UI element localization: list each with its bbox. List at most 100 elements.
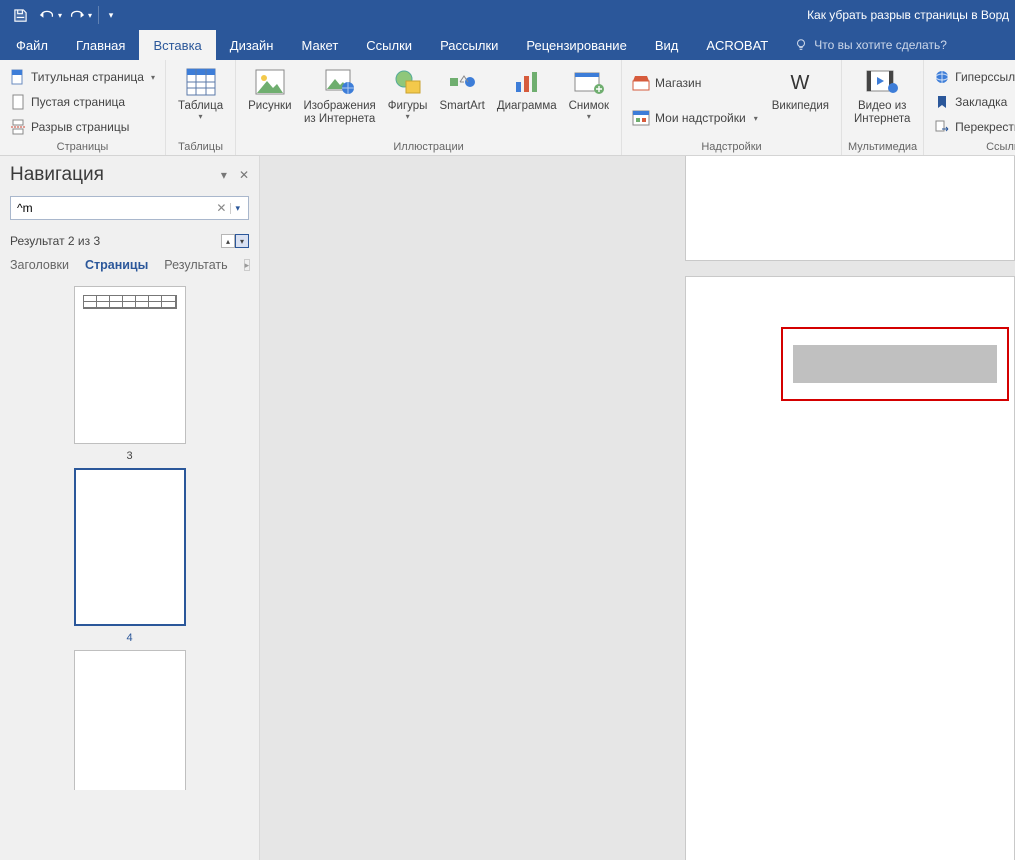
tab-insert[interactable]: Вставка [139,30,215,60]
crossref-icon [934,119,950,135]
group-links: Гиперссылка Закладка Перекрестная ссылка… [924,60,1015,155]
wikipedia-icon: W [784,66,816,98]
group-addins-label: Надстройки [628,141,835,155]
page-thumbnail[interactable] [74,468,186,626]
screenshot-icon [573,66,605,98]
pictures-label: Рисунки [248,100,291,113]
group-pages: Титульная страница▾ Пустая страница Разр… [0,60,166,155]
table-button[interactable]: Таблица ▾ [172,62,229,121]
thumbnail-mini-table [83,295,177,309]
tab-review[interactable]: Рецензирование [512,30,640,60]
online-video-button[interactable]: Видео из Интернета [848,62,916,126]
page-thumbnail[interactable] [74,286,186,444]
navigation-title-row: Навигация ▾ ✕ [10,164,249,186]
store-button[interactable]: Магазин [628,72,762,94]
cover-page-button[interactable]: Титульная страница▾ [6,66,159,88]
qat-customize-button[interactable]: ▾ [103,1,119,29]
online-pictures-button[interactable]: Изображения из Интернета [298,62,382,126]
page-thumbnail-number: 3 [126,450,132,462]
lightbulb-icon [794,38,808,52]
screenshot-button[interactable]: Снимок ▾ [563,62,615,121]
shapes-icon [392,66,424,98]
nav-search-dropdown-icon[interactable]: ▾ [230,203,244,214]
video-icon [866,66,898,98]
tab-references[interactable]: Ссылки [352,30,426,60]
chart-label: Диаграмма [497,100,557,113]
group-links-label: Ссылки [930,141,1015,155]
chart-button[interactable]: Диаграмма [491,62,563,113]
cover-page-label: Титульная страница [31,70,144,84]
quick-access-toolbar: ▾ ▾ ▾ [0,1,119,29]
navigation-title: Навигация [10,164,104,186]
nav-search[interactable]: ✕ ▾ [10,196,249,220]
nav-prev-result-button[interactable]: ▴ [221,234,235,248]
page-break-label: Разрыв страницы [31,120,129,134]
nav-result-text: Результат 2 из 3 [10,234,100,248]
nav-dropdown-icon[interactable]: ▾ [221,168,227,182]
pictures-button[interactable]: Рисунки [242,62,297,113]
group-media-label: Мультимедиа [848,141,917,155]
page-thumbnail-number: 4 [126,632,132,644]
tab-layout[interactable]: Макет [287,30,352,60]
tell-me-placeholder: Что вы хотите сделать? [814,38,947,52]
tab-acrobat[interactable]: ACROBAT [692,30,782,60]
navigation-pane: Навигация ▾ ✕ ✕ ▾ Результат 2 из 3 ▴ ▾ З… [0,156,260,860]
save-button[interactable] [6,1,34,29]
nav-tabs: Заголовки Страницы Результать ▸ [10,258,249,272]
bookmark-button[interactable]: Закладка [930,91,1015,113]
tab-view[interactable]: Вид [641,30,693,60]
redo-button[interactable]: ▾ [66,1,94,29]
tab-home[interactable]: Главная [62,30,139,60]
online-video-label-1: Видео из [858,100,907,113]
nav-tab-scroll-icon[interactable]: ▸ [244,259,251,271]
crossref-label: Перекрестная ссылка [955,120,1015,134]
nav-tab-headings[interactable]: Заголовки [10,258,69,272]
undo-button[interactable]: ▾ [36,1,64,29]
cover-page-icon [10,69,26,85]
group-addins: Магазин Мои надстройки▾ W Википедия Надс… [622,60,842,155]
my-addins-button[interactable]: Мои надстройки▾ [628,107,762,129]
shapes-button[interactable]: Фигуры ▾ [382,62,434,121]
nav-tab-pages[interactable]: Страницы [85,258,148,272]
group-pages-label: Страницы [6,141,159,155]
nav-search-input[interactable] [17,201,212,215]
pictures-icon [254,66,286,98]
blank-page-button[interactable]: Пустая страница [6,91,159,113]
wikipedia-label: Википедия [772,100,829,113]
nav-close-icon[interactable]: ✕ [239,168,249,182]
addins-icon [632,110,650,126]
hyperlink-button[interactable]: Гиперссылка [930,66,1015,88]
wikipedia-button[interactable]: W Википедия [766,62,835,113]
bookmark-icon [934,94,950,110]
tab-file[interactable]: Файл [2,30,62,60]
blank-page-icon [10,94,26,110]
crossref-button[interactable]: Перекрестная ссылка [930,116,1015,138]
tab-mailings[interactable]: Рассылки [426,30,512,60]
ribbon-tabs: Файл Главная Вставка Дизайн Макет Ссылки… [0,30,1015,60]
group-media: Видео из Интернета Мультимедиа [842,60,924,155]
ribbon: Титульная страница▾ Пустая страница Разр… [0,60,1015,156]
svg-text:W: W [791,72,810,93]
smartart-button[interactable]: SmartArt [433,62,490,113]
store-icon [632,75,650,91]
smartart-label: SmartArt [439,100,484,113]
online-video-label-2: Интернета [854,113,910,126]
group-illustrations: Рисунки Изображения из Интернета Фигуры … [236,60,622,155]
selected-content-placeholder[interactable] [793,345,997,383]
nav-search-clear-icon[interactable]: ✕ [212,201,230,215]
smartart-icon [446,66,478,98]
nav-tab-results[interactable]: Результать [164,258,227,272]
qat-separator [98,6,99,24]
online-pictures-label-2: из Интернета [304,113,375,126]
tell-me-search[interactable]: Что вы хотите сделать? [794,30,947,60]
nav-thumbnails: 3 4 [10,286,249,852]
page-thumbnail[interactable] [74,650,186,790]
group-illustrations-label: Иллюстрации [242,141,615,155]
page-break-button[interactable]: Разрыв страницы [6,116,159,138]
tab-design[interactable]: Дизайн [216,30,288,60]
hyperlink-label: Гиперссылка [955,70,1015,84]
online-pictures-icon [324,66,356,98]
document-area[interactable] [260,156,1015,860]
hyperlink-icon [934,69,950,85]
nav-next-result-button[interactable]: ▾ [235,234,249,248]
